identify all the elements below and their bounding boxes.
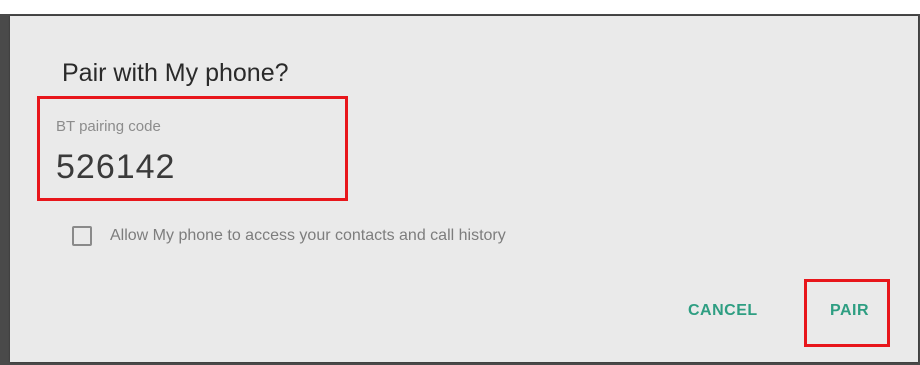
screenshot-stage: Pair with My phone? BT pairing code 5261…: [0, 0, 920, 365]
pairing-code-label: BT pairing code: [56, 118, 161, 135]
pair-dialog: Pair with My phone? BT pairing code 5261…: [10, 16, 918, 362]
cancel-button[interactable]: CANCEL: [688, 302, 758, 320]
contacts-access-row[interactable]: Allow My phone to access your contacts a…: [72, 222, 506, 250]
contacts-access-checkbox[interactable]: [72, 226, 92, 246]
dialog-title: Pair with My phone?: [62, 59, 289, 87]
pairing-code-value: 526142: [56, 148, 176, 186]
caption-strip: [0, 0, 920, 14]
pair-button[interactable]: PAIR: [830, 302, 869, 320]
contacts-access-label: Allow My phone to access your contacts a…: [110, 227, 506, 244]
